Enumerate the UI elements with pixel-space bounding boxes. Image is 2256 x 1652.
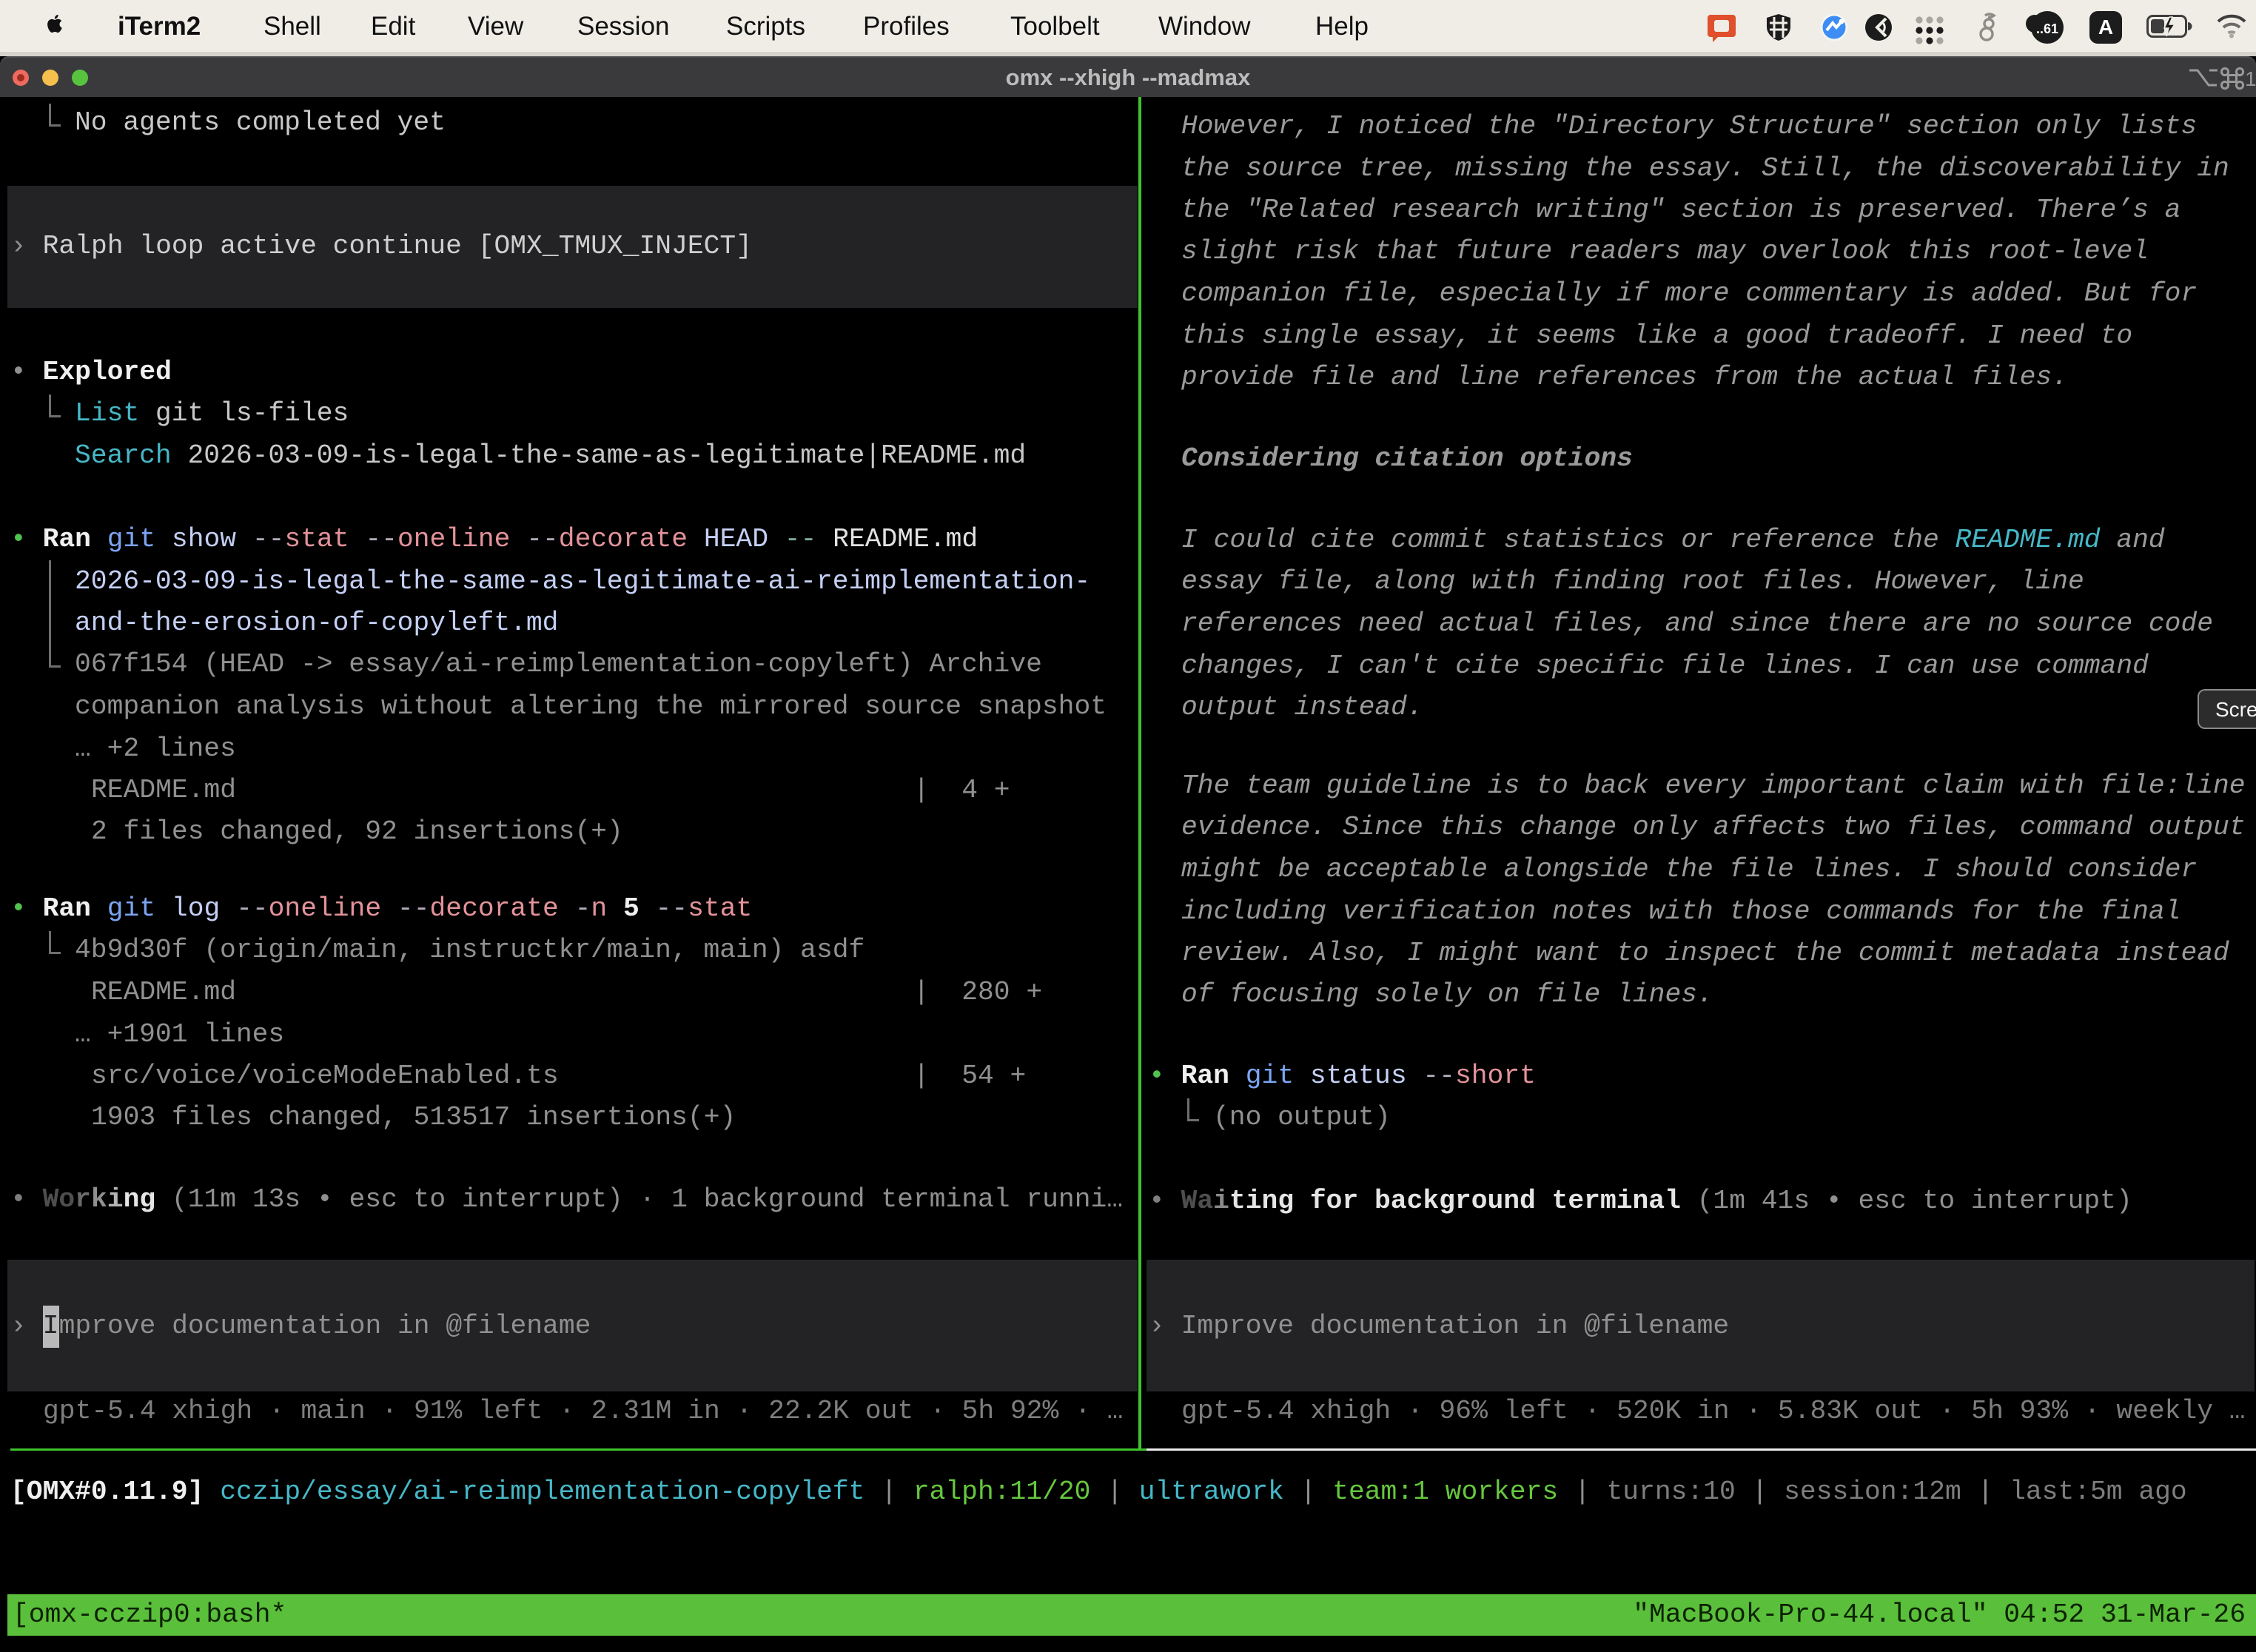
svg-text:1: 1 xyxy=(2245,67,2256,90)
